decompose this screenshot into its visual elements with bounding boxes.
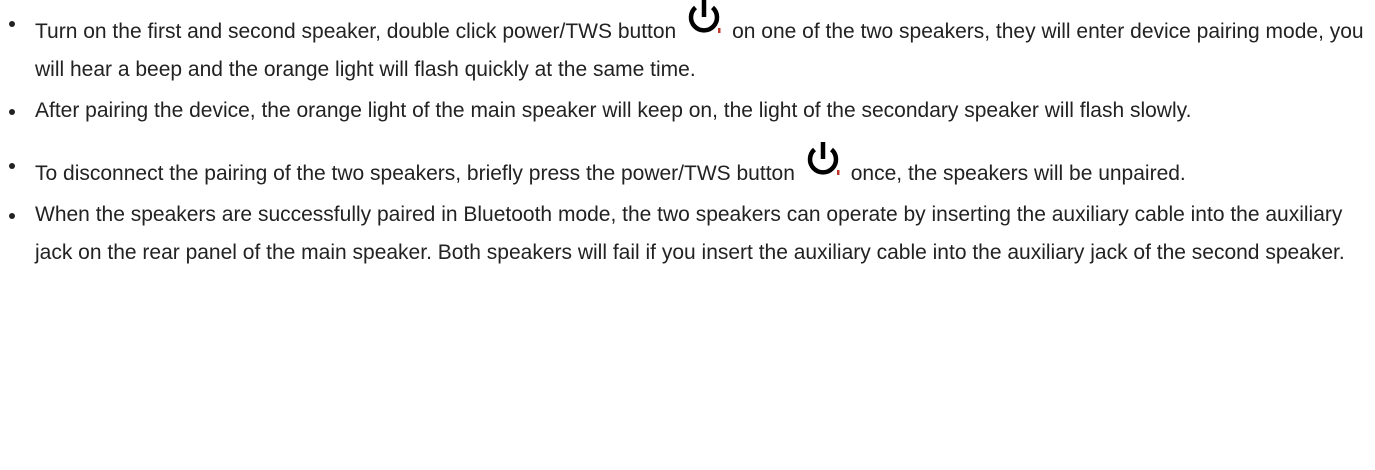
bullet-text-part: Turn on the first and second speaker, do… bbox=[35, 20, 677, 43]
instruction-document: Turn on the first and second speaker, do… bbox=[0, 0, 1375, 272]
list-item: To disconnect the pairing of the two spe… bbox=[0, 142, 1375, 193]
bullet-text-part: To disconnect the pairing of the two spe… bbox=[35, 162, 795, 185]
list-item: After pairing the device, the orange lig… bbox=[0, 92, 1375, 130]
power-icon bbox=[684, 0, 724, 44]
list-item: Turn on the first and second speaker, do… bbox=[0, 0, 1375, 89]
bullet-text: After pairing the device, the orange lig… bbox=[35, 99, 1192, 122]
bullet-text: When the speakers are successfully paire… bbox=[35, 203, 1345, 264]
list-item: When the speakers are successfully paire… bbox=[0, 196, 1375, 272]
power-icon bbox=[803, 142, 843, 186]
pairing-instructions-list: Turn on the first and second speaker, do… bbox=[0, 0, 1375, 272]
bullet-text-part: once, the speakers will be unpaired. bbox=[850, 162, 1186, 185]
